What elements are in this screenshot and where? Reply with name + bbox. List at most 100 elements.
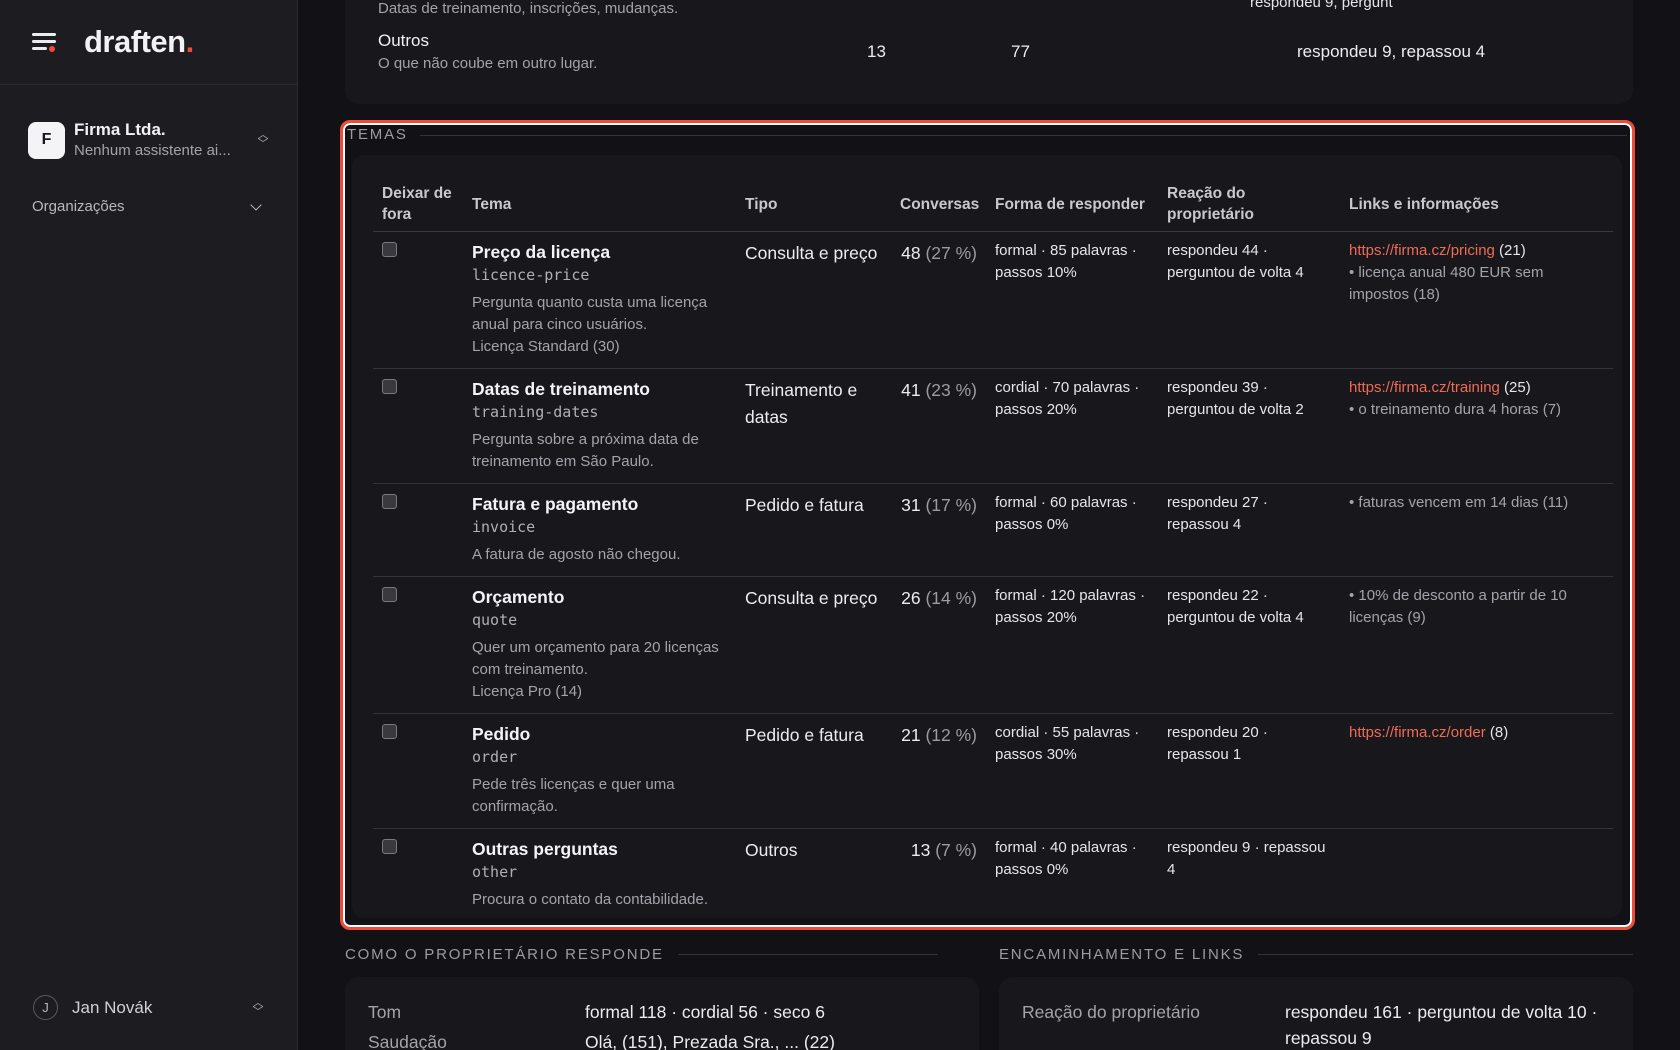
conversation-count: 21 bbox=[901, 725, 921, 745]
category-description: Datas de treinamento, inscrições, mudanç… bbox=[378, 0, 679, 17]
tema-description: Procura o contato da contabilidade. bbox=[472, 891, 708, 908]
tema-product: Licença Standard (30) bbox=[472, 338, 620, 355]
exclude-checkbox[interactable] bbox=[382, 379, 397, 394]
exclude-checkbox[interactable] bbox=[382, 724, 397, 739]
tema-description: Quer um orçamento para 20 licenças com t… bbox=[472, 639, 719, 678]
chevron-up-down-icon: ︿ ﹀ bbox=[252, 996, 264, 1018]
temas-table: Deixar de fora Tema Tipo Conversas Forma… bbox=[373, 179, 1613, 921]
tema-name: Datas de treinamento bbox=[472, 379, 650, 399]
owner-reaction: respondeu 22 · perguntou de volta 4 bbox=[1167, 587, 1304, 626]
table-row: Datas de treinamento training-dates Pergun… bbox=[373, 368, 1613, 484]
info-note: • o treinamento dura 4 horas (7) bbox=[1349, 401, 1562, 418]
user-menu[interactable]: J Jan Novák ︿ ﹀ bbox=[33, 995, 265, 1020]
response-style: cordial · 55 palavras · passos 30% bbox=[995, 724, 1140, 763]
column-header-exclude: Deixar de fora bbox=[373, 179, 463, 232]
tema-key: order bbox=[472, 748, 518, 766]
tema-name: Outras perguntas bbox=[472, 839, 618, 859]
category-count: 13 bbox=[867, 42, 886, 61]
tema-key: licence-price bbox=[472, 266, 590, 284]
conversation-count: 41 bbox=[901, 380, 921, 400]
conversation-percent: (7 %) bbox=[935, 840, 977, 860]
tema-name: Fatura e pagamento bbox=[472, 494, 639, 514]
column-header-reacao: Reação do proprietário bbox=[1158, 179, 1340, 232]
info-note: • 10% de desconto a partir de 10 licença… bbox=[1349, 587, 1567, 626]
link-count: (21) bbox=[1494, 242, 1526, 259]
user-name: Jan Novák bbox=[72, 997, 153, 1017]
logo[interactable]: draften. bbox=[84, 24, 194, 60]
main-content: Datas de treinamento, inscrições, mudanç… bbox=[299, 0, 1680, 1050]
divider bbox=[1258, 954, 1633, 955]
conversation-percent: (14 %) bbox=[925, 588, 977, 608]
table-row: Preço da licença licence-price Pergunta qu… bbox=[373, 231, 1613, 369]
organization-switcher[interactable]: F Firma Ltda. Nenhum assistente ai... ︿ ﹀ bbox=[28, 117, 270, 163]
sidebar-item-organizations[interactable]: Organizações bbox=[32, 198, 264, 215]
tema-description: A fatura de agosto não chegou. bbox=[472, 546, 681, 563]
category-value: 77 bbox=[1011, 42, 1030, 61]
owner-reaction: respondeu 44 · perguntou de volta 4 bbox=[1167, 242, 1304, 281]
info-link[interactable]: https://firma.cz/pricing bbox=[1349, 242, 1495, 259]
stat-label: Saudação bbox=[368, 1032, 447, 1050]
avatar: J bbox=[33, 995, 58, 1020]
divider bbox=[419, 135, 1627, 136]
tema-tipo: Consulta e preço bbox=[745, 243, 878, 263]
stat-label: Tom bbox=[368, 1002, 402, 1022]
tema-description: Pergunta sobre a próxima data de treinam… bbox=[472, 431, 699, 470]
categories-card: Datas de treinamento, inscrições, mudanç… bbox=[345, 0, 1633, 104]
tema-description: Pergunta quanto custa uma licença anual … bbox=[472, 294, 708, 333]
tema-key: training-dates bbox=[472, 403, 599, 421]
exclude-checkbox[interactable] bbox=[382, 587, 397, 602]
conversation-count: 31 bbox=[901, 495, 921, 515]
conversation-count: 26 bbox=[901, 588, 921, 608]
chevron-up-down-icon: ︿ ﹀ bbox=[257, 129, 269, 150]
organization-name: Firma Ltda. bbox=[74, 120, 166, 139]
owner-reaction: respondeu 27 · repassou 4 bbox=[1167, 494, 1268, 533]
tema-name: Orçamento bbox=[472, 587, 565, 607]
tema-key: quote bbox=[472, 611, 518, 629]
info-note: • licença anual 480 EUR sem impostos (18… bbox=[1349, 264, 1544, 303]
temas-section: TEMAS Deixar de fora Tema Tipo Conversas… bbox=[340, 120, 1635, 930]
temas-card: Deixar de fora Tema Tipo Conversas Forma… bbox=[352, 155, 1622, 918]
column-header-conversas: Conversas bbox=[891, 179, 986, 232]
category-reaction: respondeu 9, repassou 4 bbox=[1297, 42, 1486, 61]
column-header-tipo: Tipo bbox=[736, 179, 891, 232]
table-row: Fatura e pagamento invoice A fatura de ago… bbox=[373, 483, 1613, 577]
category-description: O que não coube em outro lugar. bbox=[378, 55, 598, 72]
response-style: cordial · 70 palavras · passos 20% bbox=[995, 379, 1140, 418]
chevron-down-icon bbox=[250, 198, 262, 211]
organization-subtitle: Nenhum assistente ai... bbox=[74, 142, 231, 159]
tema-name: Preço da licença bbox=[472, 242, 611, 262]
exclude-checkbox[interactable] bbox=[382, 242, 397, 257]
divider bbox=[677, 954, 938, 955]
owner-reaction: respondeu 39 · perguntou de volta 2 bbox=[1167, 379, 1304, 418]
routing-links-card: Reação do proprietário respondeu 161 · p… bbox=[999, 977, 1633, 1050]
response-style: formal · 120 palavras · passos 20% bbox=[995, 587, 1146, 626]
table-row: Pedido order Pede três licenças e quer uma… bbox=[373, 713, 1613, 829]
category-outros: Outros O que não coube em outro lugar. bbox=[378, 31, 597, 72]
menu-icon[interactable] bbox=[32, 31, 58, 53]
response-style: formal · 60 palavras · passos 0% bbox=[995, 494, 1137, 533]
section-title: COMO O PROPRIETÁRIO RESPONDE bbox=[345, 946, 664, 963]
info-note: • faturas vencem em 14 dias (11) bbox=[1349, 494, 1569, 511]
info-link[interactable]: https://firma.cz/training bbox=[1349, 379, 1500, 396]
column-header-tema: Tema bbox=[463, 179, 736, 232]
info-link[interactable]: https://firma.cz/order bbox=[1349, 724, 1486, 741]
tema-tipo: Outros bbox=[745, 840, 798, 860]
sidebar-header: draften. bbox=[0, 0, 297, 85]
tema-name: Pedido bbox=[472, 724, 531, 744]
column-header-forma: Forma de responder bbox=[986, 179, 1158, 232]
category-reaction: respondeu 9, pergunt bbox=[1250, 0, 1393, 11]
owner-reaction: respondeu 9 · repassou 4 bbox=[1167, 839, 1326, 878]
stat-label: Reação do proprietário bbox=[1022, 1002, 1201, 1022]
conversation-percent: (12 %) bbox=[925, 725, 977, 745]
owner-response-card: Tom formal 118 · cordial 56 · seco 6 Sau… bbox=[345, 977, 979, 1050]
organization-avatar: F bbox=[28, 121, 65, 159]
exclude-checkbox[interactable] bbox=[382, 839, 397, 854]
tema-key: other bbox=[472, 863, 518, 881]
tema-tipo: Pedido e fatura bbox=[745, 725, 864, 745]
response-style: formal · 85 palavras · passos 10% bbox=[995, 242, 1137, 281]
conversation-percent: (17 %) bbox=[925, 495, 977, 515]
exclude-checkbox[interactable] bbox=[382, 494, 397, 509]
tema-product: Licença Pro (14) bbox=[472, 683, 583, 700]
link-count: (25) bbox=[1499, 379, 1531, 396]
section-title: TEMAS bbox=[347, 126, 408, 143]
